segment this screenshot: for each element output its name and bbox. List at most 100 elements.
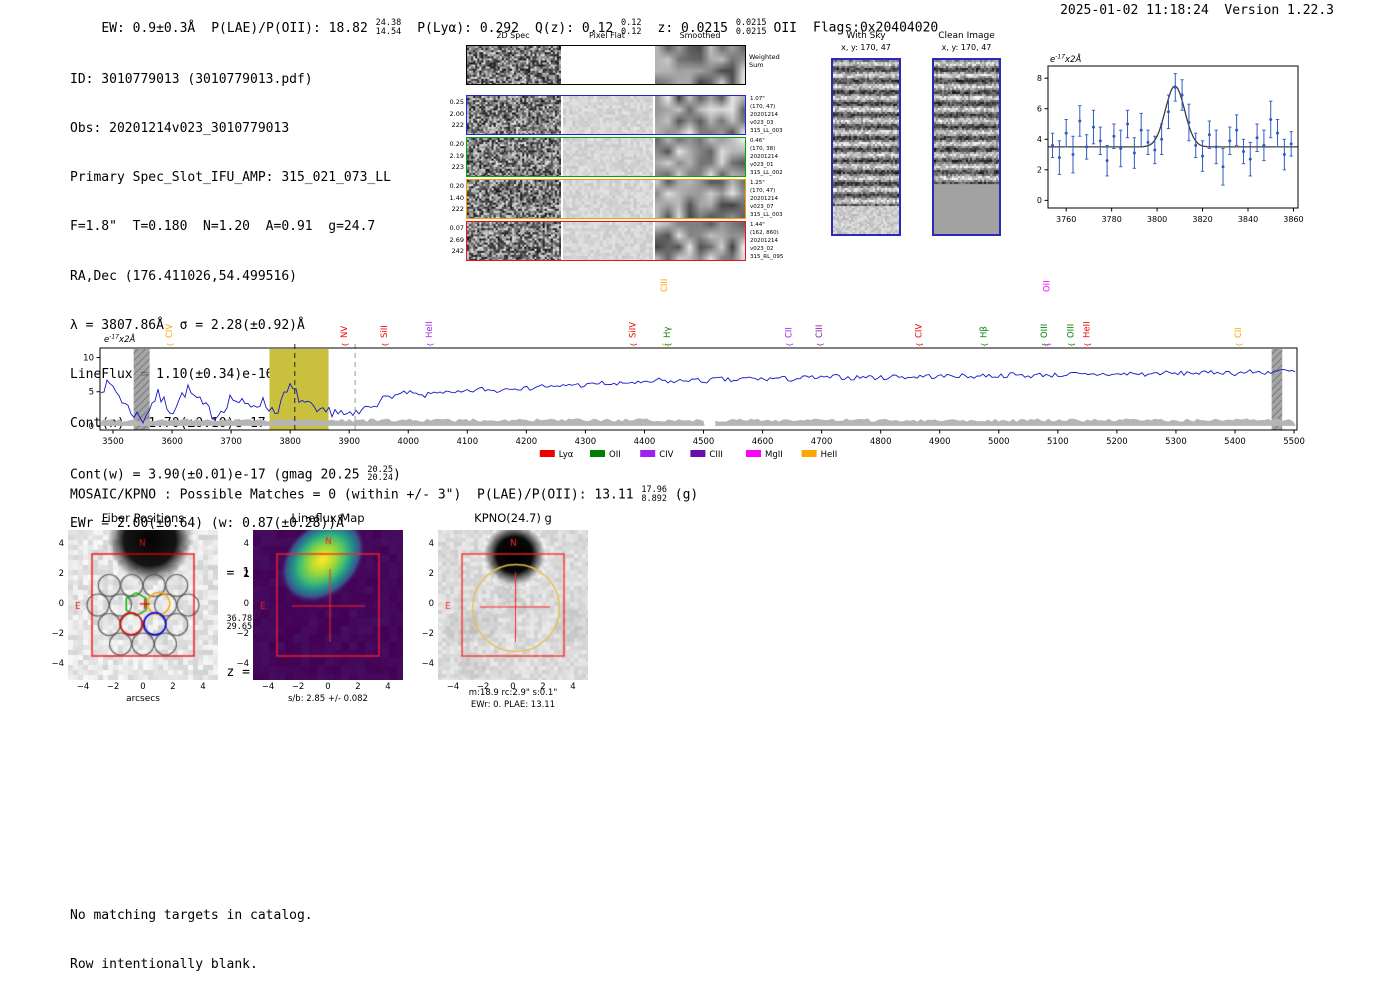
spec2d-image bbox=[562, 222, 654, 260]
flux-point bbox=[1228, 139, 1232, 143]
flux-point bbox=[1269, 117, 1273, 121]
flux-point bbox=[1119, 146, 1123, 150]
emission-line-brace: { bbox=[1084, 343, 1092, 347]
cutout-xtick-label: −4 bbox=[76, 682, 90, 692]
emission-line-label: OIII bbox=[1066, 324, 1076, 338]
info-line-obs: Obs: 20201214v023_3010779013 bbox=[70, 121, 290, 137]
cutout-xtick-label: 0 bbox=[140, 682, 146, 692]
clean-image-panel bbox=[932, 58, 1001, 236]
spec2d-row-left-labels: 0.25 2.00 222 bbox=[449, 98, 464, 129]
xtick-label: 5400 bbox=[1224, 437, 1246, 447]
spec2d-image bbox=[654, 138, 745, 176]
xtick-label: 3840 bbox=[1238, 215, 1258, 224]
fiber-positions-title: Fiber Positions bbox=[101, 511, 185, 525]
spec2d-image bbox=[562, 46, 654, 84]
clean-image-xy: x, y: 170, 47 bbox=[941, 43, 992, 52]
cutout-ytick-label: 2 bbox=[428, 569, 434, 579]
ytick-label: 10 bbox=[83, 354, 94, 364]
flux-point bbox=[1105, 159, 1109, 163]
cutout-ytick-label: 4 bbox=[243, 539, 249, 549]
emission-line-label: CIV bbox=[915, 324, 925, 338]
lineflux-map-title: Lineflux Map bbox=[291, 511, 365, 525]
xtick-label: 3760 bbox=[1056, 215, 1076, 224]
flux-point bbox=[1071, 153, 1075, 157]
emission-line-brace: { bbox=[341, 343, 349, 347]
with-sky-title: With Sky bbox=[846, 31, 886, 41]
xtick-label: 5500 bbox=[1283, 437, 1305, 447]
xtick-label: 3900 bbox=[338, 437, 360, 447]
emission-line-brace: { bbox=[427, 343, 435, 347]
spec2d-image bbox=[654, 46, 745, 84]
flux-point bbox=[1173, 85, 1177, 89]
spec2d-image bbox=[467, 96, 562, 134]
clean-image-title: Clean Image bbox=[938, 31, 995, 41]
plae-main: P(LAE)/P(OII): 18.82 bbox=[211, 20, 376, 36]
legend-swatch bbox=[539, 450, 555, 457]
spec2d-col-title-pixelflat: Pixel Flat bbox=[589, 31, 625, 40]
lineflux-caption: s/b: 2.85 +/- 0.082 bbox=[288, 694, 368, 704]
legend-label: Lyα bbox=[559, 450, 574, 460]
main-ylabel: e-17x2Å bbox=[104, 333, 135, 345]
flux-point bbox=[1098, 139, 1102, 143]
legend-label: CIII bbox=[709, 450, 722, 460]
xtick-label: 3800 bbox=[1147, 215, 1167, 224]
xtick-label: 3600 bbox=[161, 437, 183, 447]
with-sky-panel bbox=[831, 58, 901, 236]
spec2d-row-left-labels: 0.07 2.69 242 bbox=[449, 224, 464, 255]
xtick-label: 3800 bbox=[279, 437, 301, 447]
cutout-xtick-label: 4 bbox=[570, 682, 576, 692]
xtick-label: 4200 bbox=[516, 437, 538, 447]
cutout-xtick-label: 2 bbox=[170, 682, 176, 692]
ytick-label: 5 bbox=[89, 388, 94, 398]
flux-point bbox=[1221, 165, 1225, 169]
emission-line-brace: { bbox=[786, 343, 794, 347]
legend-label: CIV bbox=[659, 450, 673, 460]
cutout-ytick-label: −4 bbox=[421, 659, 434, 669]
emission-line-label: CIII bbox=[660, 279, 670, 292]
spec2d-image bbox=[562, 138, 654, 176]
cutout-xtick-label: 4 bbox=[385, 682, 391, 692]
spec2d-row-annotations: 1.44" (162, 860) 20201214 v023_02 315_RL… bbox=[750, 222, 784, 260]
emission-line-label: Hγ bbox=[663, 327, 673, 338]
clean-image-image bbox=[934, 60, 999, 234]
z-classification: OII bbox=[773, 20, 798, 36]
emission-line-label: NV bbox=[340, 326, 350, 338]
emission-line-brace: { bbox=[981, 343, 989, 347]
spec2d-fiber-strip bbox=[466, 179, 746, 219]
xtick-label: 4100 bbox=[456, 437, 478, 447]
gaussian-fit-line bbox=[1048, 85, 1298, 148]
spec2d-row-left-labels: 0.20 1.40 222 bbox=[449, 182, 464, 213]
ew-value: EW: 0.9±0.3Å bbox=[101, 20, 196, 36]
emission-line-label: SiIV bbox=[629, 322, 639, 338]
flux-point bbox=[1214, 145, 1218, 149]
flux-point bbox=[1282, 153, 1286, 157]
flux-point bbox=[1207, 133, 1211, 137]
emission-line-brace: { bbox=[1044, 343, 1052, 347]
xtick-label: 4500 bbox=[693, 437, 715, 447]
cutout-xtick-label: 0 bbox=[325, 682, 331, 692]
flux-point bbox=[1078, 119, 1082, 123]
ytick-label: 8 bbox=[1037, 74, 1042, 83]
flux-point bbox=[1085, 145, 1089, 149]
xtick-label: 4700 bbox=[811, 437, 833, 447]
fiber-positions-image bbox=[68, 530, 218, 680]
spec2d-weighted-strip bbox=[466, 45, 746, 85]
xtick-label: 4800 bbox=[870, 437, 892, 447]
legend-swatch bbox=[690, 450, 706, 457]
detection-highlight-band bbox=[269, 349, 329, 430]
legend-label: MgII bbox=[765, 450, 783, 460]
spec2d-image bbox=[654, 180, 745, 218]
spec2d-row-annotations: 1.25" (170, 47) 20201214 v023_07 315_LL_… bbox=[750, 180, 783, 218]
ytick-label: 4 bbox=[1037, 135, 1042, 144]
full-spectrum-chart: 3500 3600 3700 3800 3900 4000 4100 4200 4300 4400… bbox=[83, 279, 1305, 460]
cutout-ytick-label: −2 bbox=[421, 629, 434, 639]
cutout-xtick-label: 4 bbox=[200, 682, 206, 692]
cutout-ytick-label: −2 bbox=[236, 629, 249, 639]
xtick-label: 3500 bbox=[102, 437, 124, 447]
weighted-word: Weighted bbox=[749, 53, 780, 61]
xtick-label: 3780 bbox=[1101, 215, 1121, 224]
flux-point bbox=[1057, 156, 1061, 160]
info-line-primary-spec: Primary Spec_Slot_IFU_AMP: 315_021_073_L… bbox=[70, 170, 391, 186]
xtick-label: 4300 bbox=[575, 437, 597, 447]
flux-point bbox=[1262, 143, 1266, 147]
